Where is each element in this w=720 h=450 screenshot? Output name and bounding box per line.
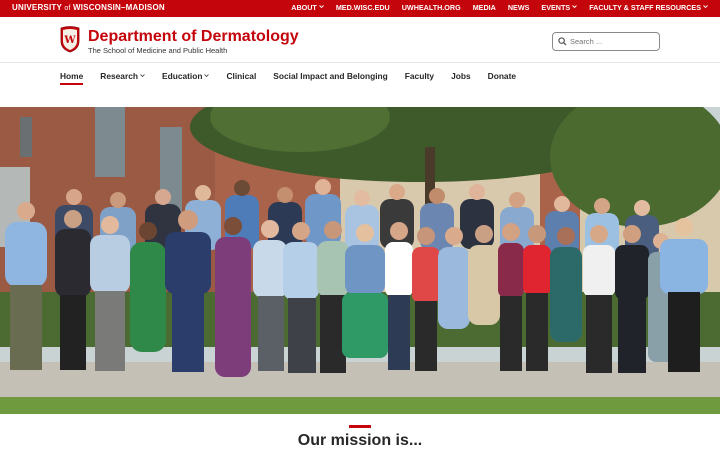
chevron-down-icon [140, 74, 145, 78]
group-photo-illustration [0, 107, 720, 414]
search-input[interactable] [570, 35, 656, 48]
crest-letter: W [63, 35, 76, 46]
top-link-faculty-staff-resources[interactable]: FACULTY & STAFF RESOURCES [589, 3, 708, 12]
university-name-prefix: UNIVERSITY [12, 3, 62, 12]
nav-item-research[interactable]: Research [100, 71, 145, 81]
uw-crest-logo[interactable]: W [60, 26, 80, 53]
university-name-suffix: WISCONSIN–MADISON [73, 3, 165, 12]
top-link-uwhealth[interactable]: UWHEALTH.ORG [402, 3, 461, 12]
chevron-down-icon [318, 5, 324, 9]
chevron-down-icon [204, 74, 210, 78]
nav-item-education-label: Education [162, 71, 203, 81]
mission-heading: Our mission is... [297, 432, 423, 449]
hero-group-photo [0, 107, 720, 414]
top-link-about-label: ABOUT [291, 3, 317, 12]
nav-item-clinical[interactable]: Clinical [226, 71, 256, 81]
top-link-about[interactable]: ABOUT [291, 3, 324, 12]
top-link-events-label: EVENTS [541, 3, 571, 12]
nav-item-donate[interactable]: Donate [488, 71, 516, 81]
university-link[interactable]: UNIVERSITY of WISCONSIN–MADISON [12, 3, 165, 12]
nav-item-home[interactable]: Home [60, 71, 84, 85]
top-links: ABOUT MED.WISC.EDU UWHEALTH.ORG MEDIA NE… [291, 3, 708, 12]
chevron-down-icon [703, 5, 708, 9]
mission-accent-bar [349, 425, 371, 428]
search-box[interactable] [552, 32, 660, 51]
top-link-resources-label: FACULTY & STAFF RESOURCES [589, 3, 701, 12]
chevron-down-icon [572, 5, 578, 9]
lawn [0, 397, 720, 414]
main-nav: Home Research Education Clinical Social … [0, 63, 720, 91]
department-title[interactable]: Department of Dermatology [88, 28, 299, 46]
department-subtitle: The School of Medicine and Public Health [88, 46, 228, 55]
top-link-med-wisc[interactable]: MED.WISC.EDU [336, 3, 390, 12]
university-name-of: of [64, 5, 71, 12]
university-top-bar: UNIVERSITY of WISCONSIN–MADISON ABOUT ME… [0, 0, 720, 17]
nav-item-research-label: Research [100, 71, 138, 81]
site-header: W Department of Dermatology The School o… [0, 17, 720, 63]
top-link-media[interactable]: MEDIA [473, 3, 496, 12]
search-icon[interactable] [558, 37, 567, 46]
nav-item-faculty[interactable]: Faculty [405, 71, 434, 81]
top-link-news[interactable]: NEWS [508, 3, 530, 12]
nav-item-jobs[interactable]: Jobs [451, 71, 471, 81]
top-link-events[interactable]: EVENTS [541, 3, 578, 12]
nav-item-education[interactable]: Education [162, 71, 210, 81]
nav-item-social-impact[interactable]: Social Impact and Belonging [273, 71, 387, 81]
